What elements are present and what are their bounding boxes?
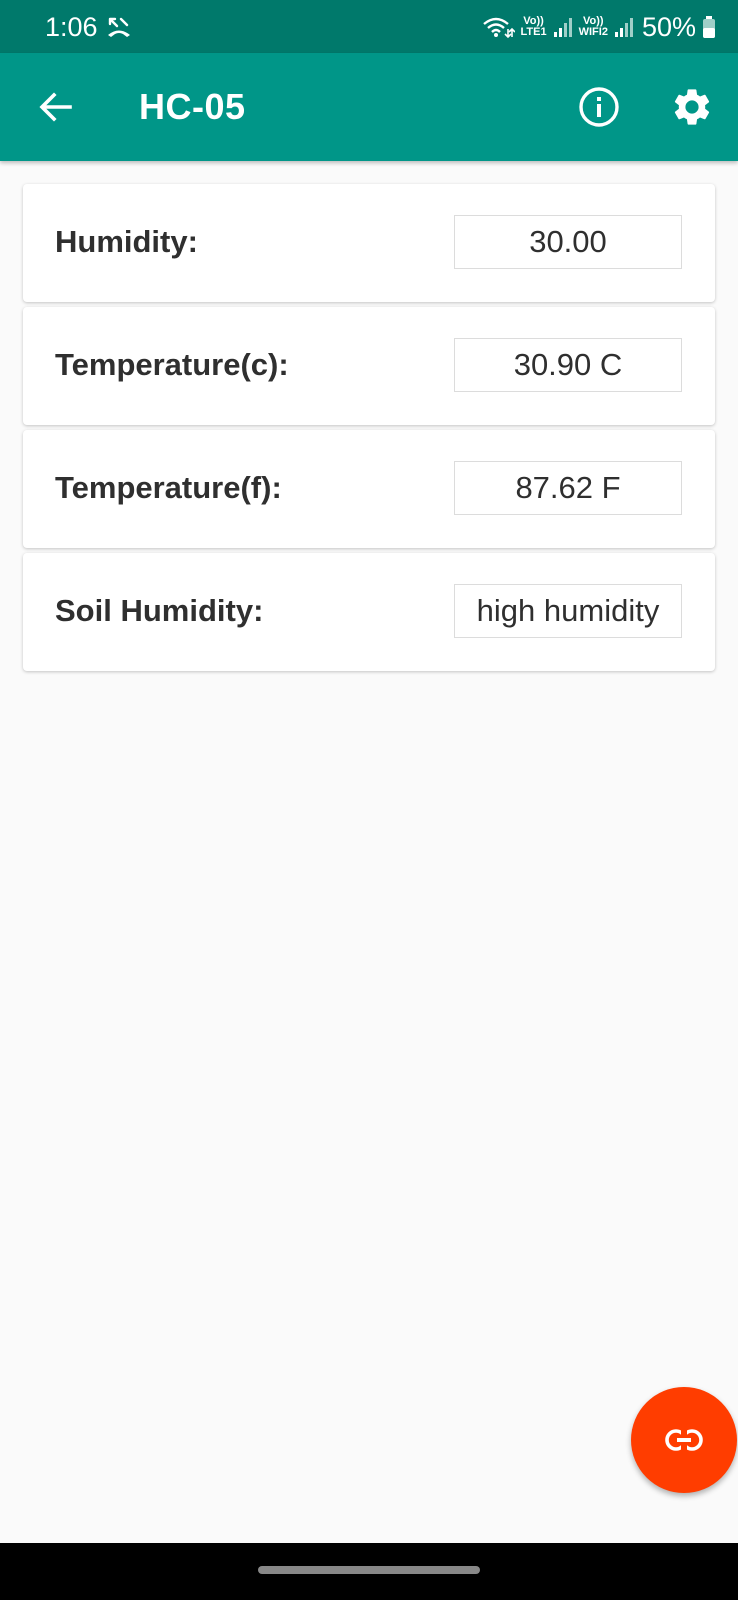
arrow-back-icon[interactable]	[36, 87, 76, 127]
temperature-f-value: 87.62 F	[454, 461, 682, 515]
home-gesture-handle[interactable]	[258, 1566, 480, 1574]
reading-card-temperature-c: Temperature(c): 30.90 C	[23, 307, 715, 425]
reading-card-temperature-f: Temperature(f): 87.62 F	[23, 430, 715, 548]
temperature-c-label: Temperature(c):	[55, 347, 289, 382]
temperature-f-label: Temperature(f):	[55, 470, 282, 505]
settings-icon[interactable]	[670, 85, 714, 129]
network-2-type: WIFI2	[578, 26, 608, 38]
network-1-type: LTE1	[520, 26, 547, 38]
soil-humidity-value: high humidity	[454, 584, 682, 638]
reading-card-humidity: Humidity: 30.00	[23, 184, 715, 302]
info-icon[interactable]	[578, 86, 620, 128]
system-nav-bar	[0, 1543, 738, 1600]
humidity-label: Humidity:	[55, 224, 198, 259]
humidity-value: 30.00	[454, 215, 682, 269]
status-time: 1:06	[45, 12, 98, 42]
battery-level: 50%	[641, 11, 696, 42]
readings-list: Humidity: 30.00 Temperature(c): 30.90 C …	[23, 184, 715, 676]
connect-fab-button[interactable]	[631, 1387, 737, 1493]
battery-icon	[703, 16, 715, 38]
missed-call-icon	[108, 17, 130, 37]
soil-humidity-label: Soil Humidity:	[55, 593, 264, 628]
signal-icon-2	[614, 18, 633, 37]
app-bar: HC-05	[0, 53, 738, 161]
network-label-2: Vo)) WIFI2	[579, 16, 608, 38]
temperature-c-value: 30.90 C	[454, 338, 682, 392]
reading-card-soil-humidity: Soil Humidity: high humidity	[23, 553, 715, 671]
status-bar: 1:06 Vo)) LTE1 Vo)) WIFI2 50%	[0, 0, 738, 53]
wifi-icon	[482, 17, 515, 39]
link-icon	[665, 1429, 703, 1451]
page-title: HC-05	[139, 86, 246, 127]
network-label-1: Vo)) LTE1	[521, 16, 547, 38]
status-indicators: Vo)) LTE1 Vo)) WIFI2 50%	[481, 10, 716, 44]
signal-icon	[553, 18, 572, 37]
